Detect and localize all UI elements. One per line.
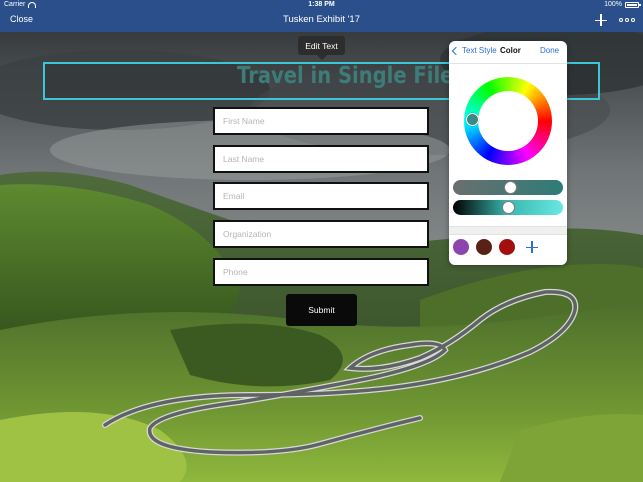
headline-text[interactable]: Travel in Single File <box>237 63 453 89</box>
brightness-slider[interactable] <box>453 200 563 215</box>
battery-percent: 100% <box>604 1 622 8</box>
swatch-separator <box>449 226 567 235</box>
submit-button[interactable]: Submit <box>286 294 357 326</box>
popover-divider <box>449 63 567 64</box>
email-field[interactable] <box>213 182 429 210</box>
more-icon[interactable] <box>617 13 637 27</box>
edit-text-tooltip[interactable]: Edit Text <box>298 36 345 60</box>
more-dot <box>631 18 635 22</box>
phone-field[interactable] <box>213 258 429 286</box>
brightness-slider-thumb[interactable] <box>501 201 515 214</box>
page-title: Tusken Exhibit '17 <box>283 14 360 25</box>
color-wheel-handle[interactable] <box>466 113 479 126</box>
status-bar: Carrier 1:38 PM 100% <box>0 0 643 10</box>
first-name-field[interactable] <box>213 107 429 135</box>
more-dot <box>625 18 629 22</box>
battery-icon <box>625 1 641 8</box>
color-popover: Text Style Color Done <box>449 41 567 265</box>
saturation-slider-thumb[interactable] <box>504 181 518 194</box>
color-wheel[interactable] <box>464 77 552 165</box>
popover-header: Text Style Color Done <box>449 41 567 63</box>
done-button[interactable]: Done <box>540 46 559 55</box>
last-name-field[interactable] <box>213 145 429 173</box>
saturation-slider[interactable] <box>453 180 563 195</box>
color-swatch-red[interactable] <box>499 239 515 255</box>
popover-title: Color <box>500 46 521 55</box>
more-dot <box>619 18 623 22</box>
organization-field[interactable] <box>213 220 429 248</box>
back-button[interactable]: Text Style <box>451 46 497 55</box>
color-swatch-purple[interactable] <box>453 239 469 255</box>
back-label: Text Style <box>462 46 497 55</box>
plus-icon[interactable] <box>593 11 609 29</box>
color-swatch-brown[interactable] <box>476 239 492 255</box>
navigation-bar: Close Tusken Exhibit '17 <box>0 10 643 32</box>
status-time: 1:38 PM <box>308 1 335 8</box>
color-wheel-center <box>478 91 538 151</box>
battery-indicator: 100% <box>604 1 641 8</box>
add-swatch-plus-icon[interactable] <box>525 239 539 255</box>
chevron-left-icon <box>451 46 461 55</box>
